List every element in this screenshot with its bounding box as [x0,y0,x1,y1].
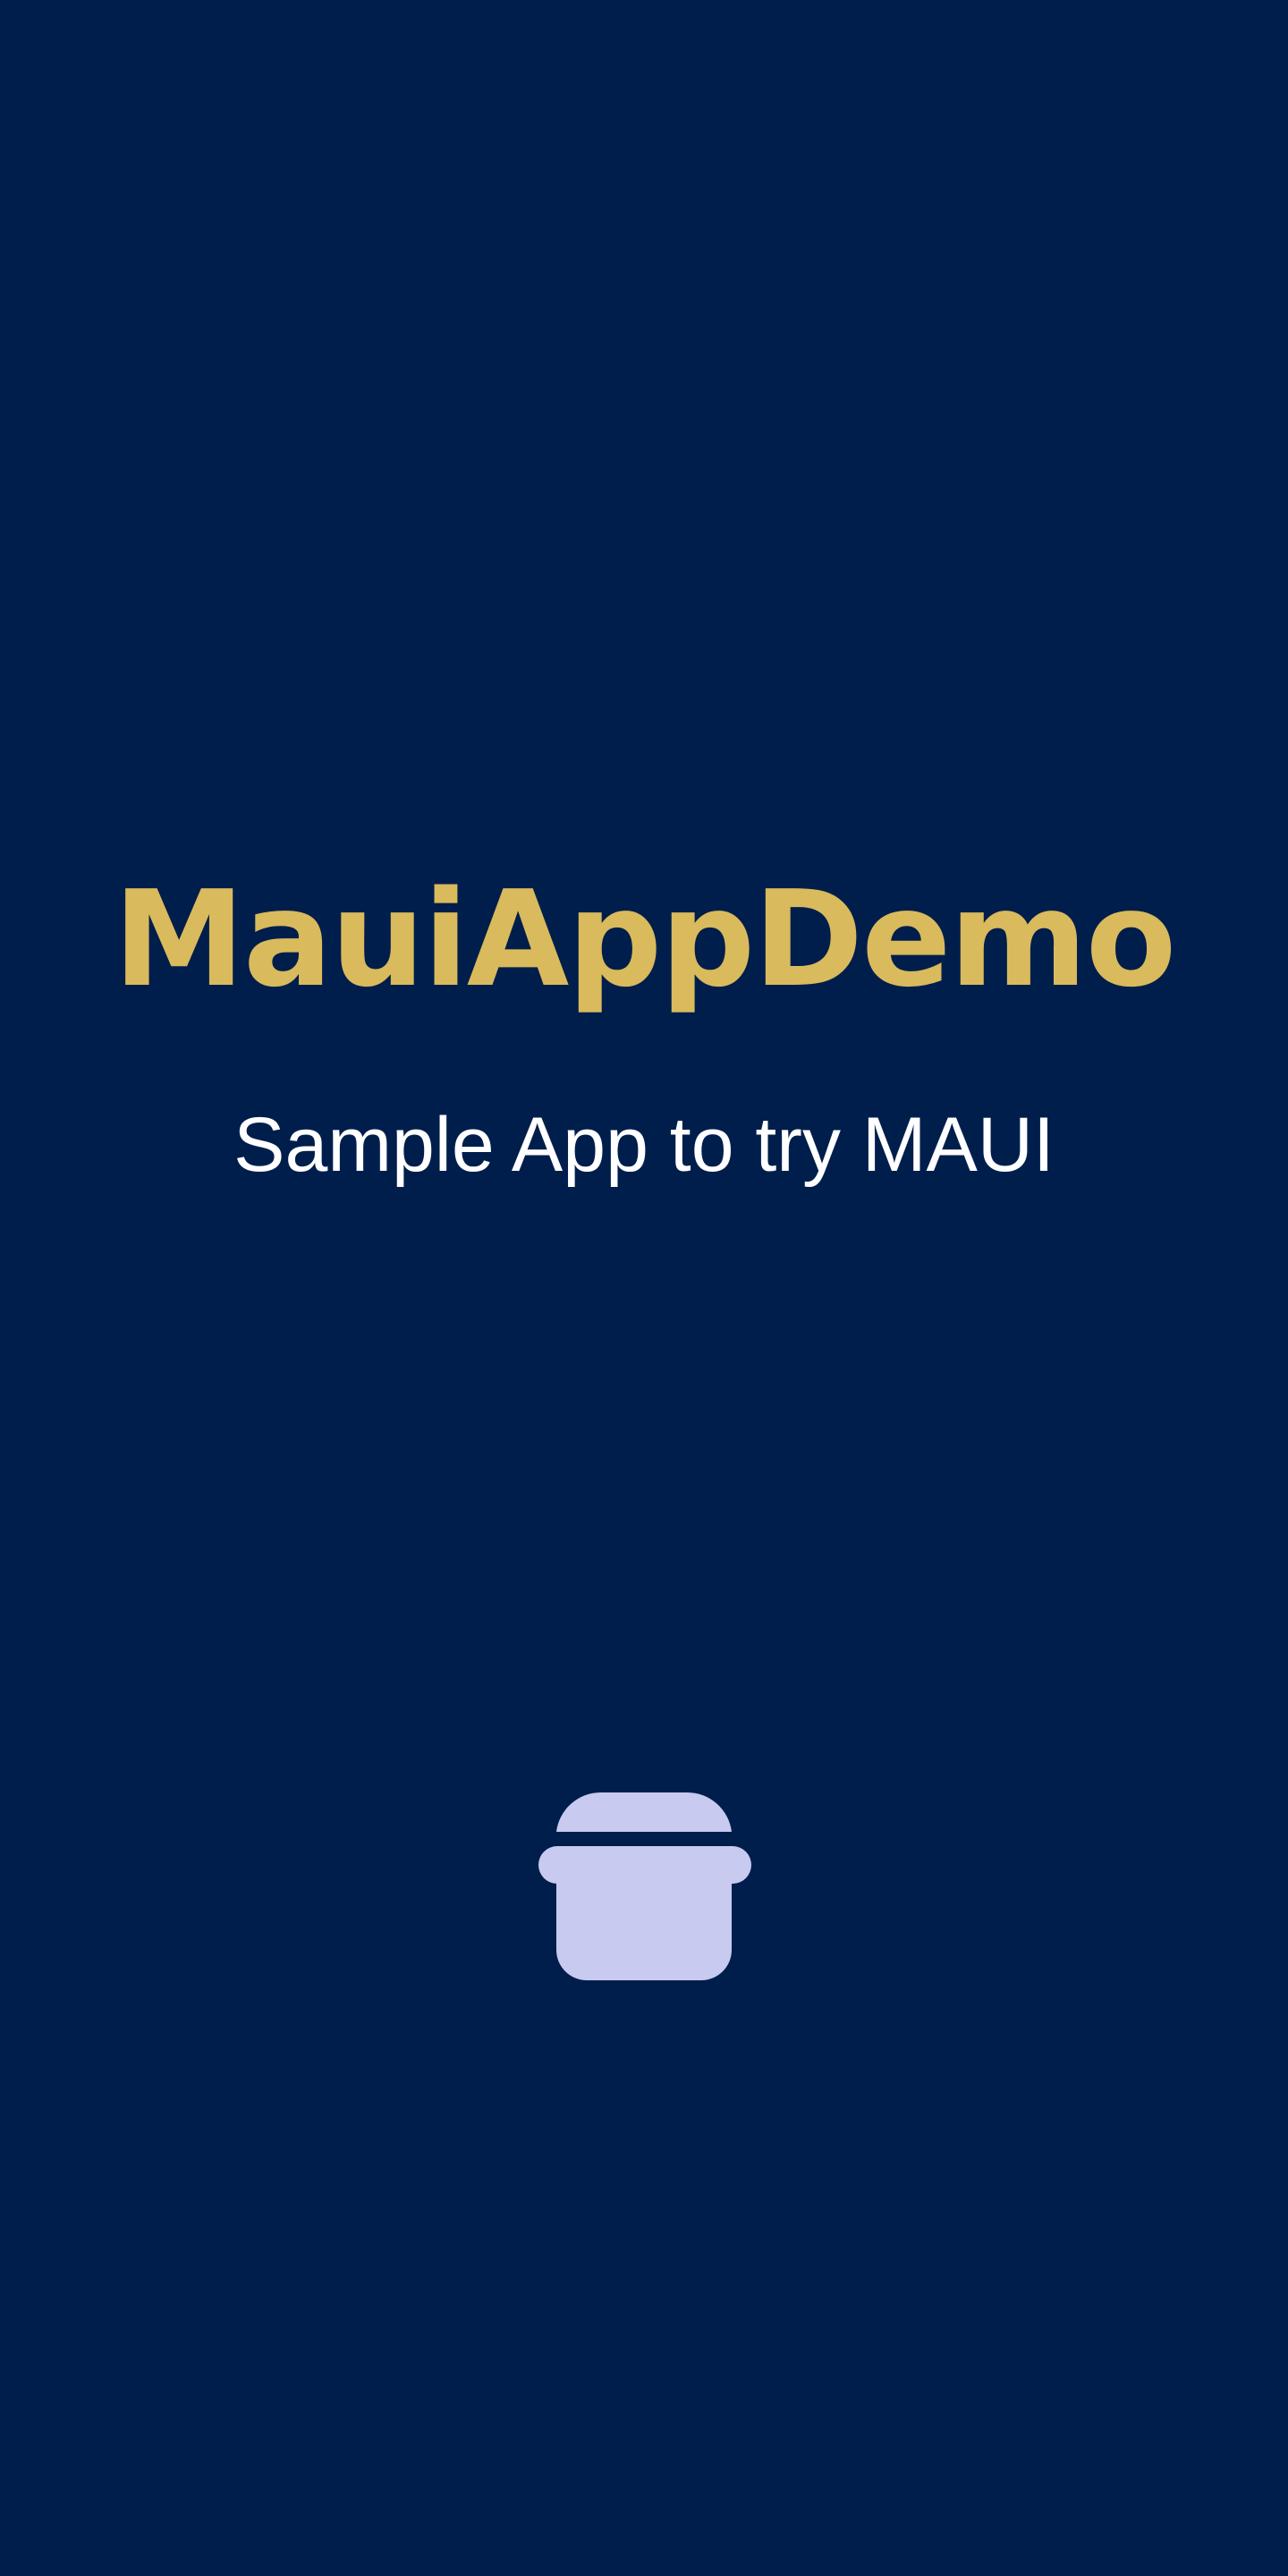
app-title: MauiAppDemo [113,862,1177,1016]
cooking-pot-icon [537,1789,753,1982]
splash-screen: MauiAppDemo Sample App to try MAUI [0,0,1288,2576]
app-subtitle: Sample App to try MAUI [233,1102,1055,1188]
